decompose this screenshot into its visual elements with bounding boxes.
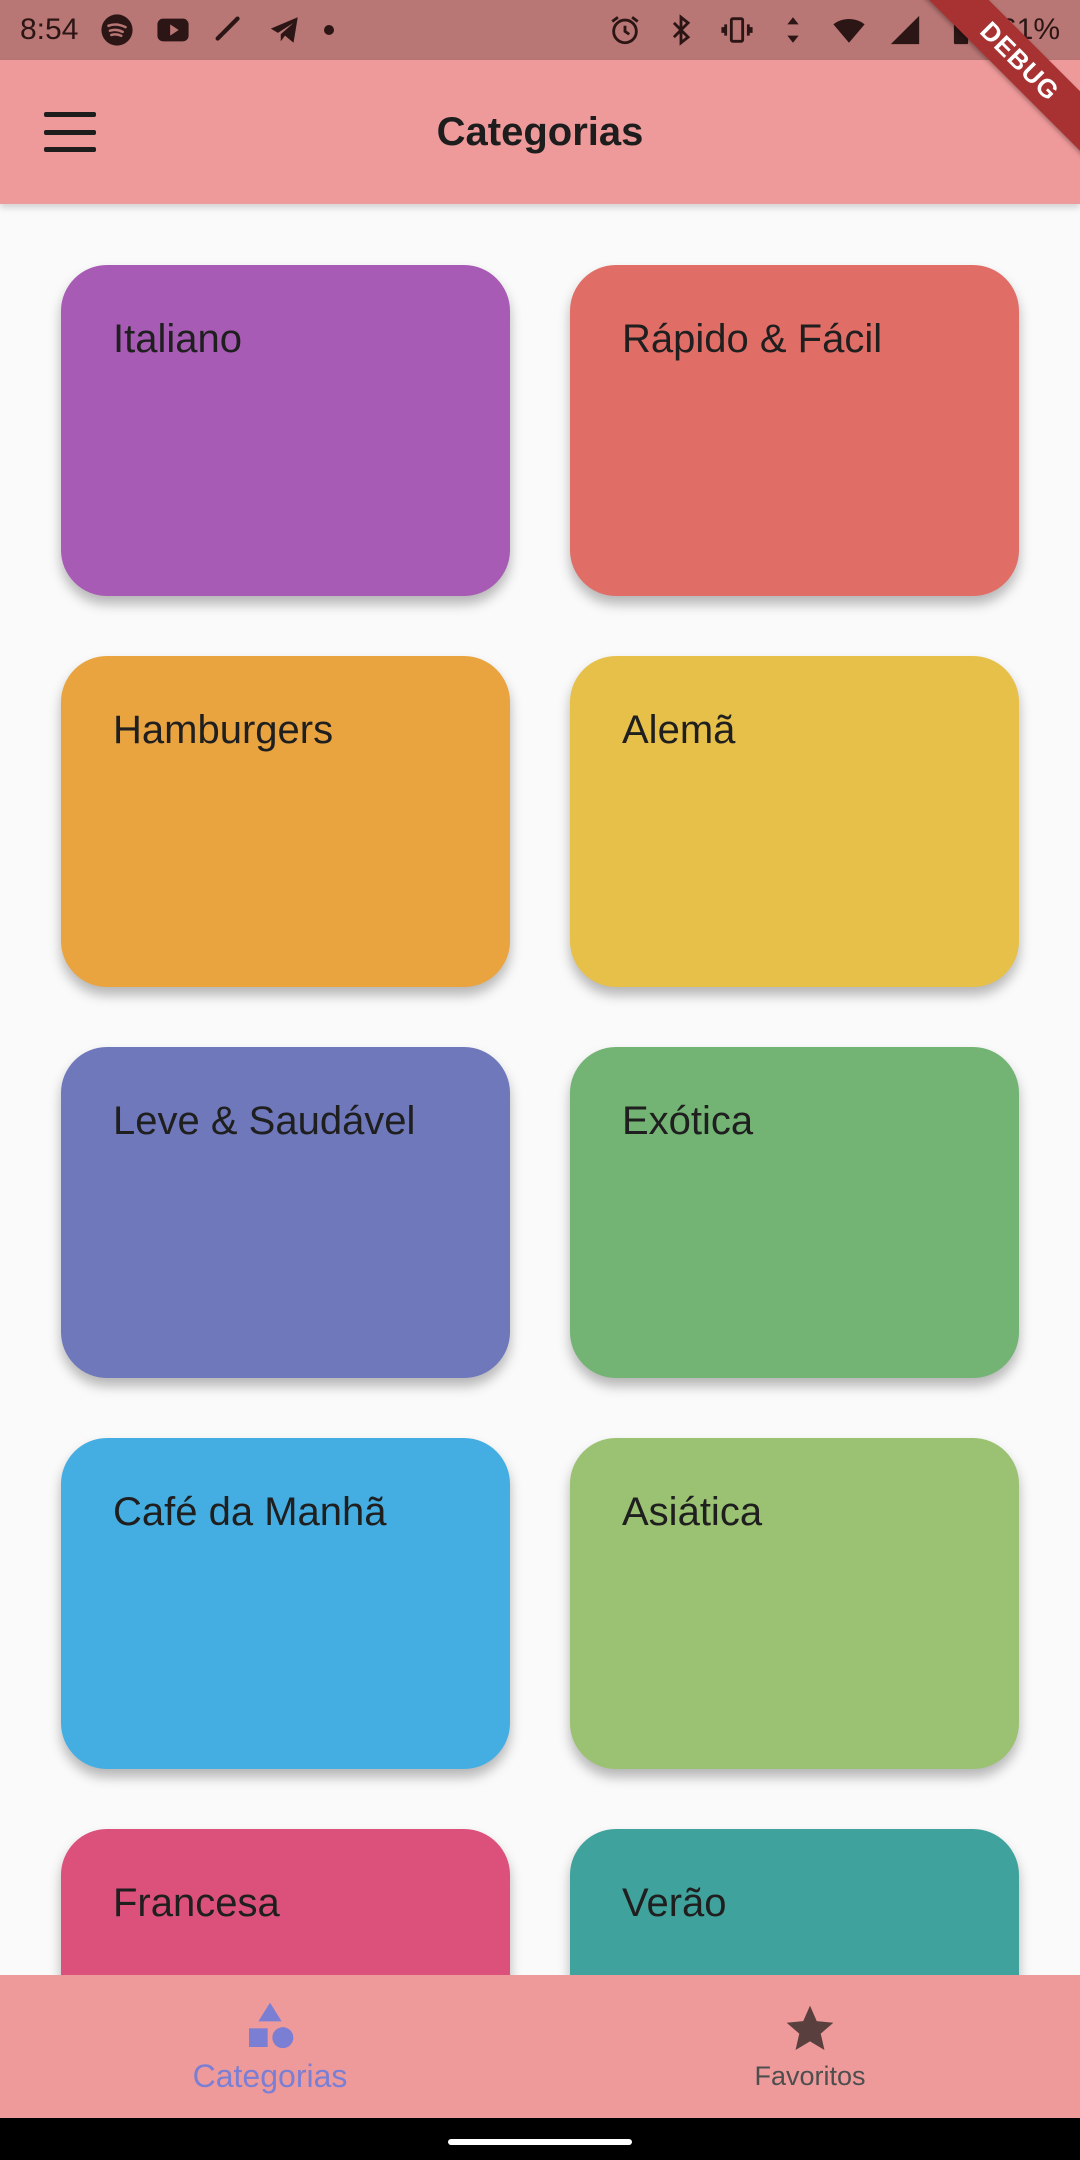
category-tile-alema[interactable]: Alemã: [570, 656, 1019, 987]
category-tile-hamburgers[interactable]: Hamburgers: [61, 656, 510, 987]
bluetooth-icon: [672, 14, 691, 46]
category-label: Alemã: [622, 708, 736, 752]
category-label: Hamburgers: [113, 708, 334, 752]
category-label: Rápido & Fácil: [622, 317, 883, 361]
vibrate-icon: [721, 17, 753, 43]
status-bar: 8:54 61%: [0, 0, 1080, 60]
draw-icon: [215, 16, 241, 41]
youtube-icon: [157, 18, 189, 42]
category-label: Café da Manhã: [113, 1490, 387, 1534]
category-label: Francesa: [113, 1881, 280, 1925]
category-tile-leve-saudavel[interactable]: Leve & Saudável: [61, 1047, 510, 1378]
nav-label-favorites: Favoritos: [754, 2061, 866, 2091]
category-label: Italiano: [113, 317, 242, 361]
bottom-navigation: Categorias Favoritos: [0, 1975, 1080, 2118]
status-left: 8:54: [20, 13, 335, 47]
data-arrows-icon: [787, 17, 799, 43]
category-label: Exótica: [622, 1099, 754, 1143]
wifi-icon: [833, 19, 865, 43]
category-tile-italiano[interactable]: Italiano: [61, 265, 510, 596]
category-tile-asiatica[interactable]: Asiática: [570, 1438, 1019, 1769]
category-label: Verão: [622, 1881, 727, 1925]
category-tile-exotica[interactable]: Exótica: [570, 1047, 1019, 1378]
status-time: 8:54: [20, 13, 79, 46]
nav-item-categories[interactable]: Categorias: [0, 1975, 540, 2118]
telegram-icon: [271, 17, 299, 43]
page-title: Categorias: [436, 110, 644, 154]
star-icon: [786, 2005, 834, 2050]
category-label: Asiática: [622, 1490, 763, 1534]
category-shapes-icon: [249, 2002, 294, 2049]
category-grid: Italiano Rápido & Fácil Hamburgers Alemã…: [61, 265, 1019, 2160]
notification-dot-icon: [324, 25, 335, 35]
category-label: Leve & Saudável: [113, 1099, 416, 1143]
alarm-icon: [611, 16, 639, 45]
app-bar: Categorias: [0, 60, 1080, 204]
signal-icon: [890, 15, 920, 45]
nav-label-categories: Categorias: [192, 2058, 348, 2094]
nav-item-favorites[interactable]: Favoritos: [540, 1975, 1080, 2118]
category-tile-cafe-da-manha[interactable]: Café da Manhã: [61, 1438, 510, 1769]
category-tile-rapido-facil[interactable]: Rápido & Fácil: [570, 265, 1019, 596]
home-indicator[interactable]: [448, 2139, 632, 2145]
spotify-icon: [101, 14, 133, 46]
